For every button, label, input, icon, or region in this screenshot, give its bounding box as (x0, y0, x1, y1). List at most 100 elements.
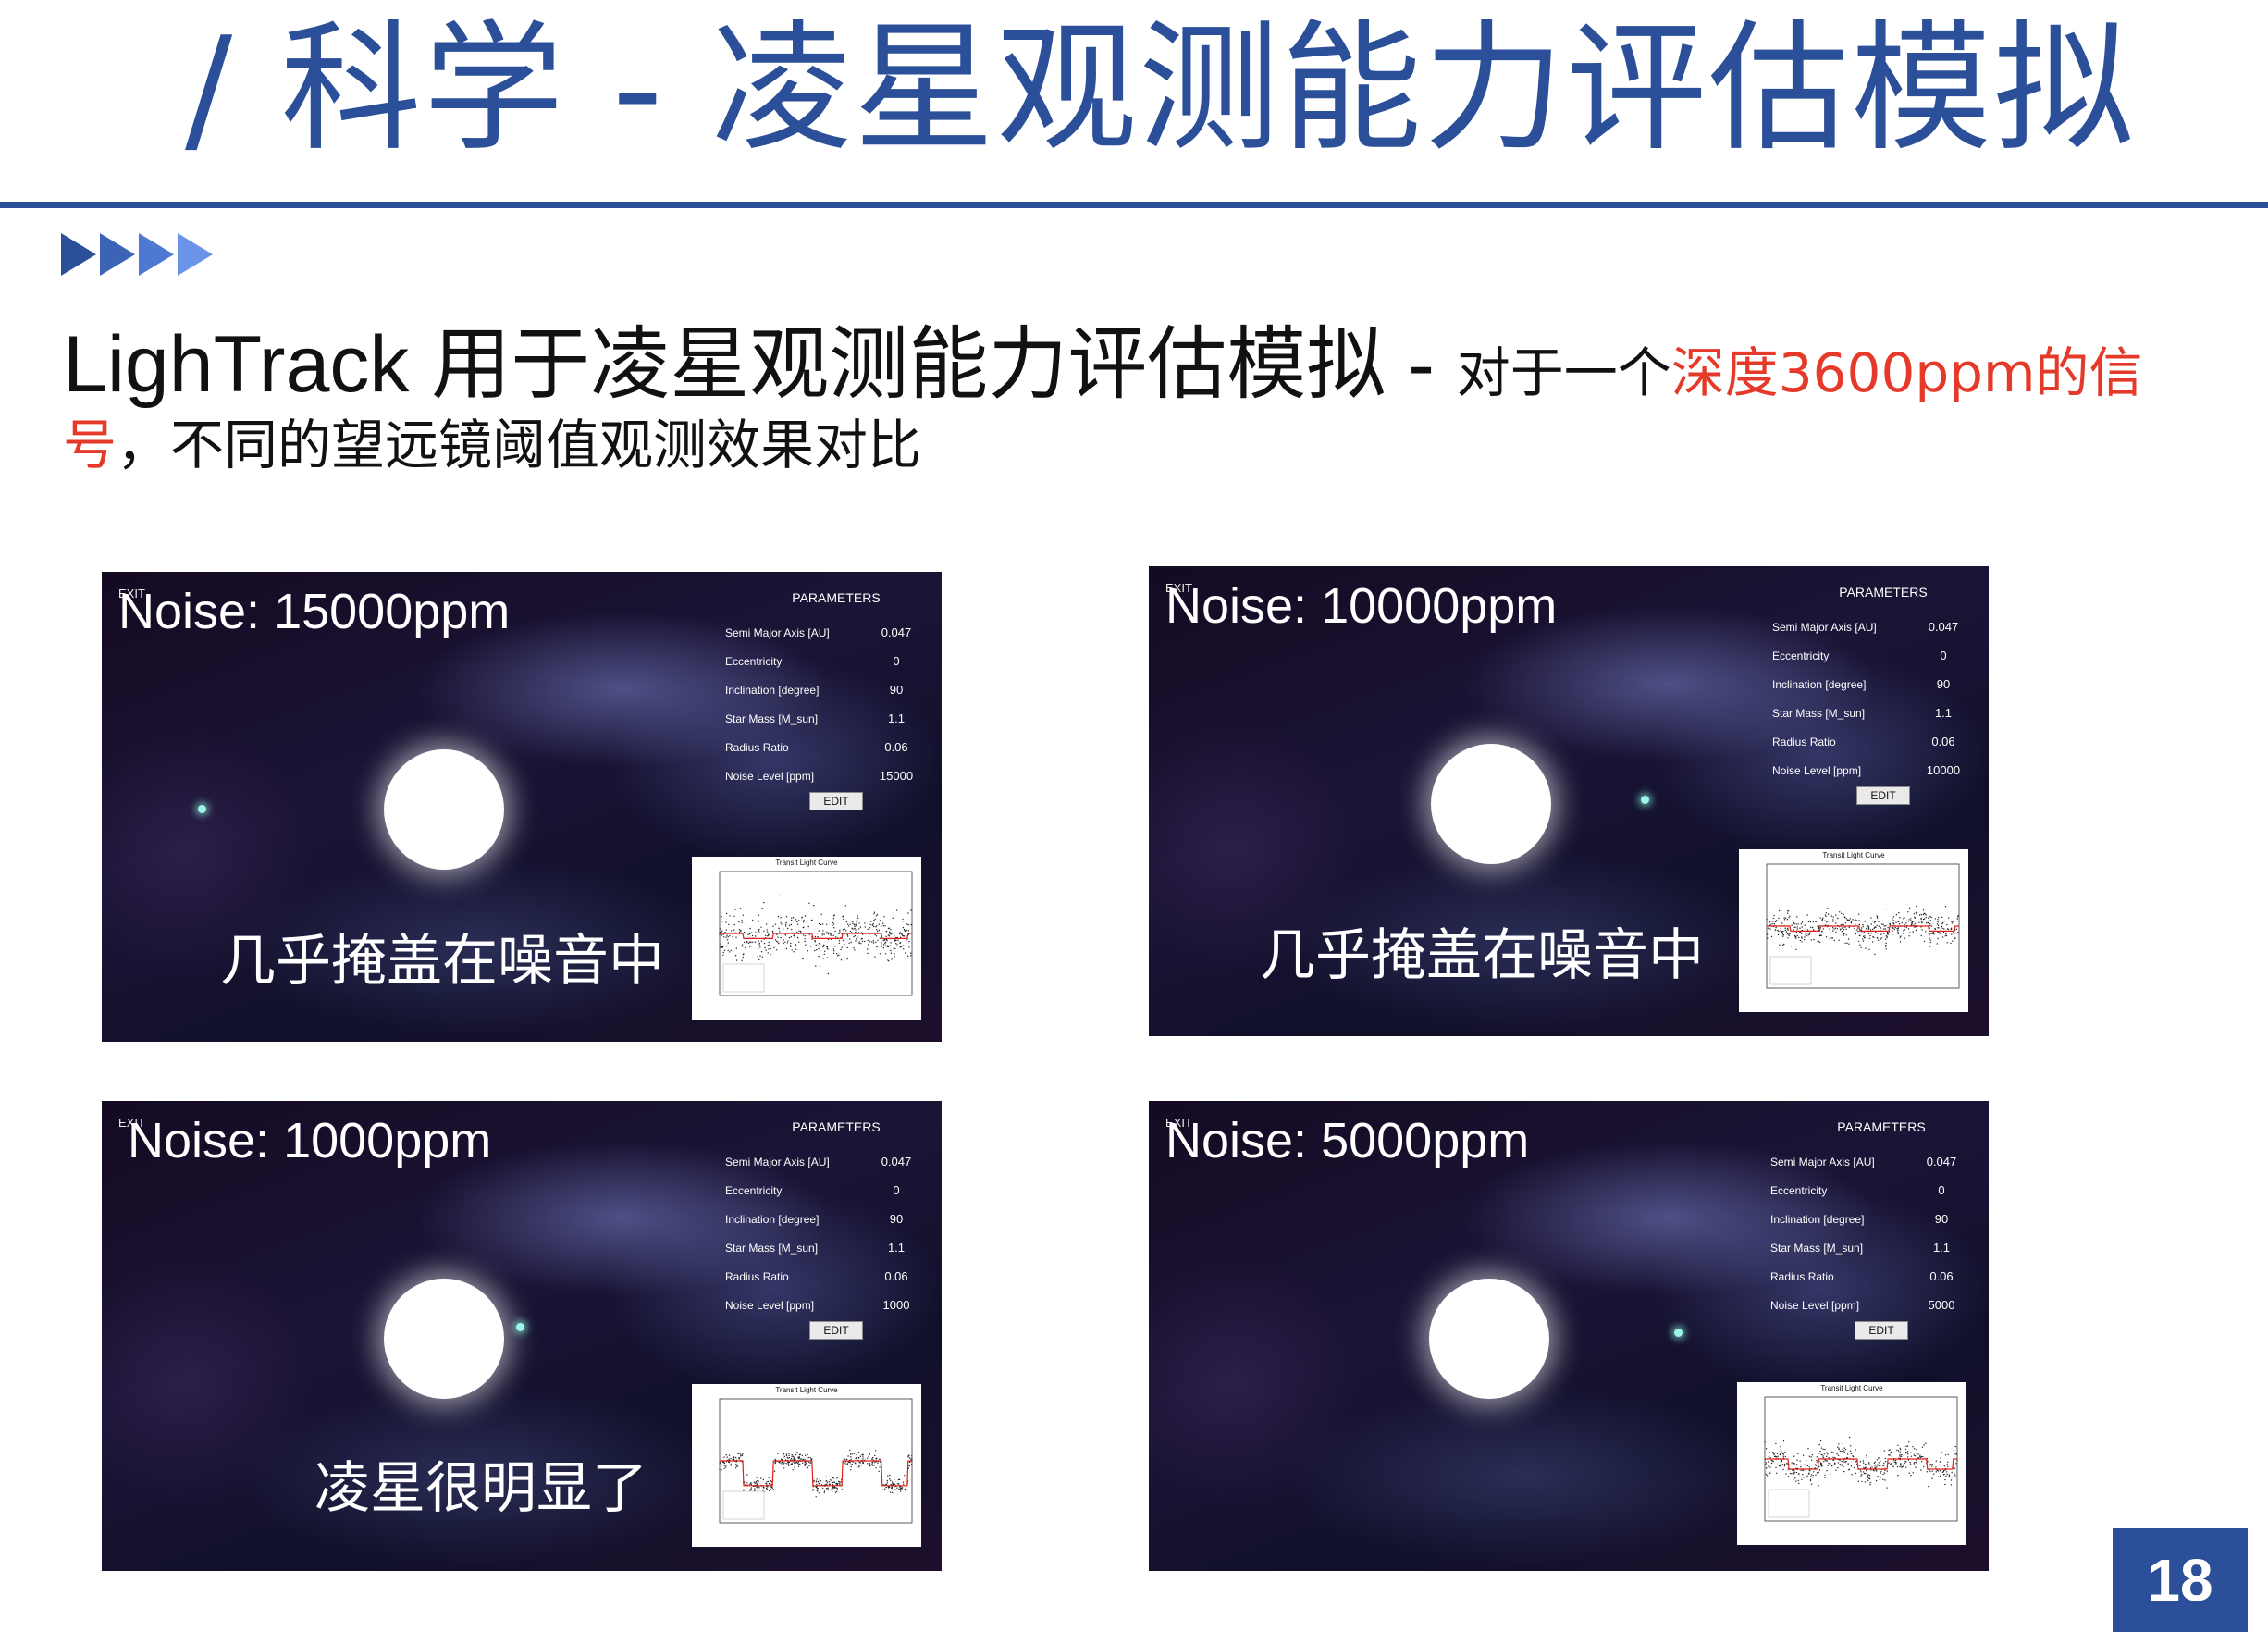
data-point (1920, 934, 1922, 937)
data-point (1945, 1475, 1947, 1477)
data-point (1791, 1473, 1793, 1475)
data-point (777, 941, 779, 943)
edit-button[interactable]: EDIT (809, 1321, 863, 1340)
param-value[interactable]: 0.047 (864, 625, 929, 639)
data-point (1898, 923, 1901, 925)
data-point (730, 930, 733, 932)
data-point (1847, 1453, 1849, 1455)
param-label: Inclination [degree] (1772, 677, 1867, 691)
edit-button[interactable]: EDIT (809, 792, 863, 810)
data-point (766, 1486, 769, 1488)
data-point (855, 940, 857, 942)
data-point (1944, 1478, 1946, 1481)
data-point (1932, 933, 1935, 935)
param-value[interactable]: 0.047 (1911, 620, 1976, 634)
data-point (836, 1488, 838, 1490)
data-point (721, 930, 723, 932)
data-point (1917, 1457, 1919, 1459)
param-value[interactable]: 15000 (864, 769, 929, 783)
data-point (856, 938, 857, 940)
data-point (1884, 1479, 1886, 1481)
data-point (907, 930, 910, 932)
data-point (1818, 1465, 1820, 1468)
param-value[interactable]: 90 (1911, 677, 1976, 691)
data-point (1817, 925, 1818, 927)
param-value[interactable]: 0.06 (864, 1269, 929, 1283)
data-point (1773, 914, 1775, 917)
data-point (774, 1458, 776, 1461)
data-point (1840, 928, 1842, 930)
data-point (1925, 917, 1927, 919)
data-point (1886, 937, 1888, 939)
param-value[interactable]: 0.06 (864, 740, 929, 754)
data-point (1888, 932, 1890, 933)
data-point (1776, 920, 1778, 921)
data-point (836, 953, 838, 955)
data-point (735, 1456, 737, 1459)
data-point (1947, 1465, 1949, 1467)
param-value[interactable]: 0.06 (1911, 735, 1976, 748)
data-point (1942, 1469, 1945, 1472)
data-point (758, 928, 760, 931)
param-value[interactable]: 0 (1911, 649, 1976, 662)
data-point (733, 923, 735, 926)
data-point (899, 1489, 901, 1490)
param-value[interactable]: 1.1 (1909, 1241, 1974, 1255)
param-value[interactable]: 0 (1909, 1183, 1974, 1197)
param-value[interactable]: 1.1 (1911, 706, 1976, 720)
data-point (799, 1463, 801, 1465)
data-point (1946, 942, 1948, 944)
data-point (781, 923, 783, 925)
data-point (737, 1453, 739, 1455)
data-point (1813, 1471, 1815, 1473)
data-point (1951, 933, 1953, 935)
data-point (888, 960, 890, 962)
param-value[interactable]: 10000 (1911, 763, 1976, 777)
data-point (848, 942, 850, 944)
edit-button[interactable]: EDIT (1856, 786, 1910, 805)
data-point (1775, 921, 1777, 923)
data-point (1888, 1454, 1890, 1456)
data-point (1793, 926, 1795, 928)
param-value[interactable]: 0.047 (864, 1155, 929, 1168)
data-point (1899, 1451, 1901, 1453)
data-point (730, 1463, 732, 1465)
data-point (1774, 1455, 1776, 1457)
param-value[interactable]: 0 (864, 654, 929, 668)
param-value[interactable]: 1000 (864, 1298, 929, 1312)
param-value[interactable]: 0 (864, 1183, 929, 1197)
param-value[interactable]: 5000 (1909, 1298, 1974, 1312)
data-point (1822, 917, 1824, 919)
data-point (754, 941, 757, 943)
data-point (879, 1458, 881, 1460)
param-value[interactable]: 1.1 (864, 711, 929, 725)
param-value[interactable]: 90 (864, 1212, 929, 1226)
light-curve-plot: Transit Light Curve (692, 857, 921, 1020)
data-point (873, 926, 875, 928)
param-value[interactable]: 90 (864, 683, 929, 697)
data-point (1765, 1473, 1768, 1476)
data-point (878, 1470, 880, 1472)
data-point (797, 1463, 800, 1465)
param-value[interactable]: 1.1 (864, 1241, 929, 1255)
data-point (1839, 1450, 1842, 1453)
data-point (804, 1461, 806, 1464)
heading-sub: 对于一个 (1456, 341, 1671, 404)
param-value[interactable]: 0.047 (1909, 1155, 1974, 1168)
param-value[interactable]: 0.06 (1909, 1269, 1974, 1283)
data-point (1908, 1472, 1910, 1474)
data-point (1950, 927, 1953, 929)
data-point (1777, 1455, 1779, 1457)
data-point (1883, 1450, 1885, 1452)
data-point (1856, 927, 1859, 929)
edit-button[interactable]: EDIT (1855, 1321, 1908, 1340)
data-point (878, 929, 881, 932)
data-point (1869, 1467, 1872, 1469)
data-point (740, 1454, 742, 1456)
param-value[interactable]: 90 (1909, 1212, 1974, 1226)
param-label: Eccentricity (725, 1183, 783, 1197)
data-point (868, 944, 869, 946)
data-point (1868, 1463, 1870, 1465)
data-point (797, 1465, 800, 1467)
param-label: Eccentricity (725, 654, 783, 668)
